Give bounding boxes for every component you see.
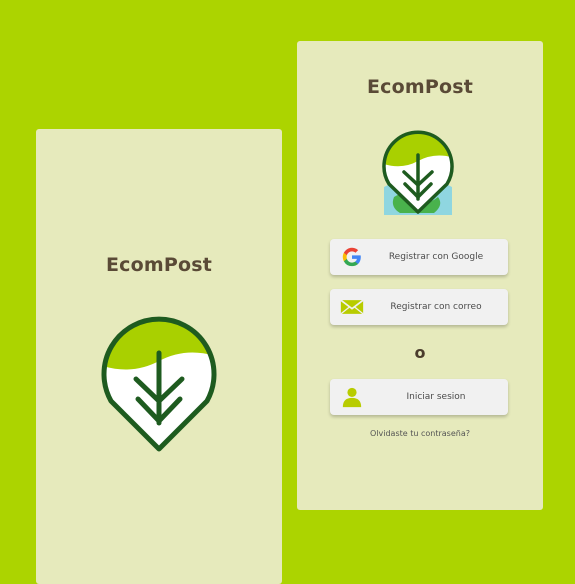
leaf-pin-logo-icon: [101, 316, 217, 452]
leaf-pin-map-logo-icon: [382, 130, 454, 215]
splash-screen: EcomPost: [36, 129, 282, 584]
app-title: EcomPost: [366, 76, 474, 98]
register-google-label: Registrar con Google: [388, 252, 484, 262]
register-email-label: Registrar con correo: [390, 302, 482, 312]
or-separator: o: [414, 343, 426, 362]
google-icon: [342, 247, 361, 267]
envelope-icon: [340, 299, 364, 315]
user-icon: [342, 387, 362, 408]
register-google-button[interactable]: Registrar con Google: [330, 239, 508, 275]
app-title: EcomPost: [105, 254, 213, 276]
register-email-button[interactable]: Registrar con correo: [330, 289, 508, 325]
signin-label: Iniciar sesion: [406, 392, 466, 402]
login-screen: EcomPost Registrar con Google Registrar …: [297, 41, 543, 510]
forgot-password-link[interactable]: Olvidaste tu contraseña?: [297, 429, 543, 438]
signin-button[interactable]: Iniciar sesion: [330, 379, 508, 415]
